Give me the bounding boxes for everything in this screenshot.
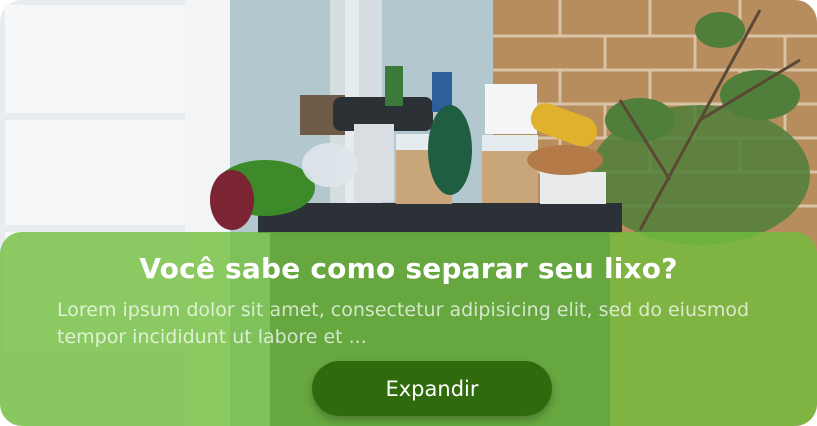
info-card: Você sabe como separar seu lixo? Lorem i… <box>0 0 817 426</box>
card-description: Lorem ipsum dolor sit amet, consectetur … <box>57 299 750 348</box>
card-title: Você sabe como separar seu lixo? <box>139 252 678 285</box>
expand-button[interactable]: Expandir <box>312 361 552 416</box>
